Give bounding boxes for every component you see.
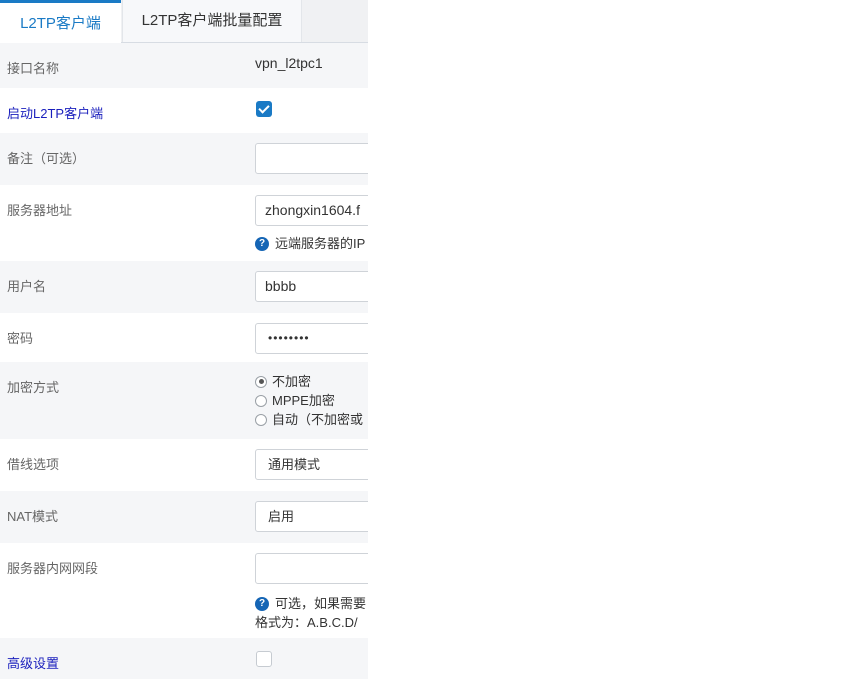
tab-bar: L2TP客户端 L2TP客户端批量配置 xyxy=(0,0,368,43)
server-lan-help: ? 可选，如果需要 xyxy=(255,593,366,612)
server-address-help-text: 远端服务器的IP xyxy=(275,236,366,251)
enable-client-label: 启动L2TP客户端 xyxy=(7,106,104,121)
interface-name-label: 接口名称 xyxy=(7,61,60,76)
row-nat-mode: NAT模式 启用 xyxy=(0,491,368,543)
row-server-lan: 服务器内网网段 ? 可选，如果需要 格式为：A.B.C.D/ xyxy=(0,543,368,638)
username-label: 用户名 xyxy=(7,279,47,294)
server-lan-help-text: 可选，如果需要 xyxy=(275,596,367,611)
row-enable-client: 启动L2TP客户端 xyxy=(0,88,368,133)
line-option-select[interactable]: 通用模式 xyxy=(255,449,368,480)
remark-input[interactable] xyxy=(255,143,368,174)
radio-selected[interactable] xyxy=(255,375,267,388)
row-password: 密码 •••••••• xyxy=(0,313,368,362)
question-circle-icon: ? xyxy=(255,236,269,251)
radio-unselected[interactable] xyxy=(255,394,267,407)
server-address-label: 服务器地址 xyxy=(7,203,73,218)
radio-unselected[interactable] xyxy=(255,413,267,426)
tab-l2tp-client-batch-config[interactable]: L2TP客户端批量配置 xyxy=(122,0,302,42)
encryption-label: 加密方式 xyxy=(7,380,60,395)
encryption-option-none[interactable]: 不加密 xyxy=(255,373,311,391)
row-line-option: 借线选项 通用模式 xyxy=(0,439,368,491)
row-advanced: 高级设置 xyxy=(0,638,368,679)
server-lan-input[interactable] xyxy=(255,553,368,584)
encryption-option-mppe[interactable]: MPPE加密 xyxy=(255,392,335,410)
username-input[interactable]: bbbb xyxy=(255,271,368,302)
row-interface-name: 接口名称 vpn_l2tpc1 xyxy=(0,43,368,88)
server-lan-format-text: 格式为：A.B.C.D/ xyxy=(255,615,358,630)
tab-l2tp-client[interactable]: L2TP客户端 xyxy=(0,0,121,43)
password-input[interactable]: •••••••• xyxy=(255,323,368,354)
server-address-input[interactable]: zhongxin1604.f xyxy=(255,195,368,226)
line-option-label: 借线选项 xyxy=(7,457,60,472)
row-encryption: 加密方式 不加密 MPPE加密 自动（不加密或 xyxy=(0,362,368,439)
advanced-settings-checkbox[interactable] xyxy=(256,651,272,667)
encryption-option-auto[interactable]: 自动（不加密或 xyxy=(255,411,363,429)
server-address-help: ? 远端服务器的IP xyxy=(255,233,365,252)
enable-client-checkbox[interactable] xyxy=(256,101,272,117)
advanced-settings-label: 高级设置 xyxy=(7,656,60,671)
row-remark: 备注（可选） xyxy=(0,133,368,185)
row-server-address: 服务器地址 zhongxin1604.f ? 远端服务器的IP xyxy=(0,185,368,261)
interface-name-value: vpn_l2tpc1 xyxy=(255,55,323,71)
question-circle-icon: ? xyxy=(255,596,269,611)
remark-label: 备注（可选） xyxy=(7,151,86,166)
nat-mode-select[interactable]: 启用 xyxy=(255,501,368,532)
nat-mode-label: NAT模式 xyxy=(7,509,59,524)
server-lan-label: 服务器内网网段 xyxy=(7,561,99,576)
l2tp-client-panel: L2TP客户端 L2TP客户端批量配置 接口名称 vpn_l2tpc1 启动L2… xyxy=(0,0,368,679)
row-username: 用户名 bbbb xyxy=(0,261,368,313)
password-label: 密码 xyxy=(7,331,34,346)
